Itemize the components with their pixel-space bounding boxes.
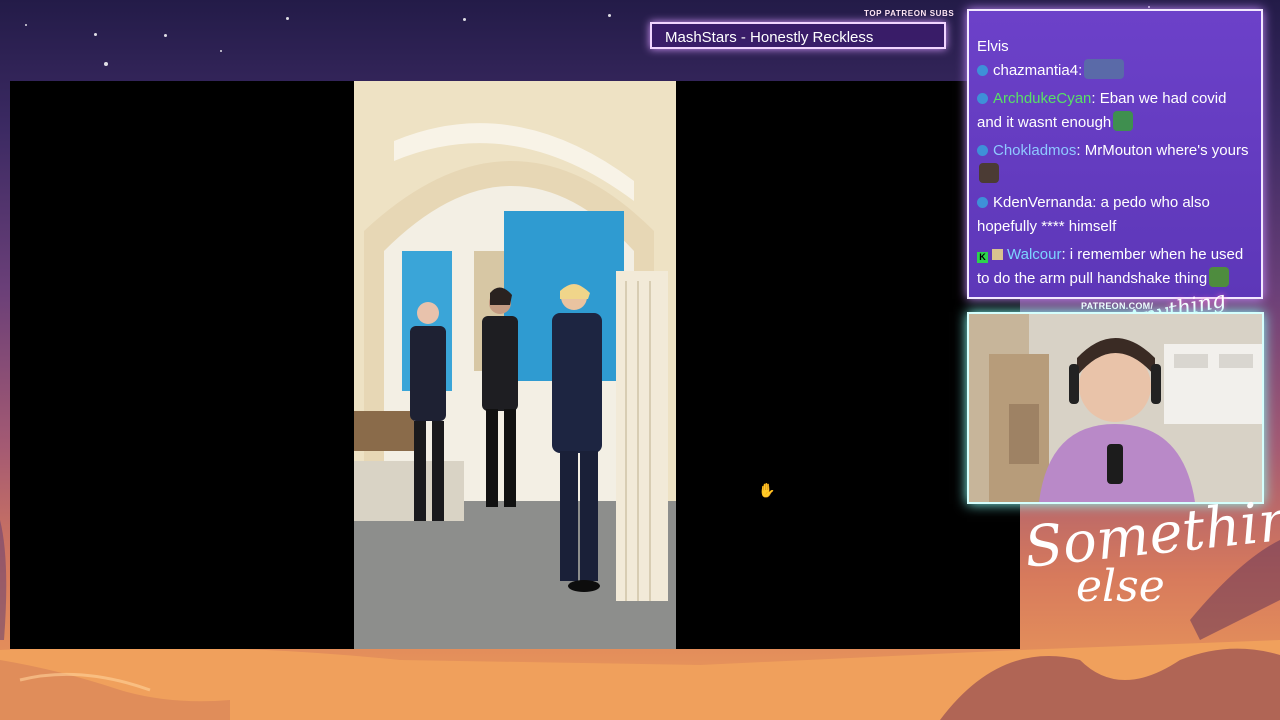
top-patreon-name: MashStars - Honestly Reckless: [650, 22, 946, 49]
video-frame[interactable]: [354, 81, 676, 649]
webcam-image: [969, 314, 1262, 502]
mouse-cursor-icon: ✋: [758, 482, 776, 498]
chat-badge-k-icon: K: [977, 252, 988, 263]
chat-badge-icon: [977, 65, 988, 76]
chat-message: chazmantia4:: [977, 59, 1255, 83]
chat-badge-icon: [977, 197, 988, 208]
chat-messages: Elvis chazmantia4: ArchdukeCyan: Eban we…: [977, 39, 1255, 291]
chat-message: K Walcour: i remember when he used to do …: [977, 246, 1244, 287]
chat-username[interactable]: ArchdukeCyan: [993, 90, 1091, 107]
video-scene-image: [354, 81, 676, 649]
emote-icon: [1084, 59, 1125, 79]
chat-panel[interactable]: Elvis chazmantia4: ArchdukeCyan: Eban we…: [967, 9, 1263, 299]
chat-username[interactable]: Chokladmos: [993, 142, 1076, 159]
top-patreon-label: TOP PATREON SUBS: [864, 9, 955, 18]
chat-message: ArchdukeCyan: Eban we had covid and it w…: [977, 90, 1227, 131]
chat-username[interactable]: chazmantia4: [993, 62, 1078, 79]
emote-icon: [1209, 267, 1230, 287]
chat-badge-sub-icon: [992, 249, 1003, 260]
emote-icon: [1113, 111, 1134, 131]
channel-logo: Something else: [1021, 484, 1280, 609]
chat-message: KdenVernanda: a pedo who also hopefully …: [977, 194, 1210, 235]
chat-partial-message: Elvis: [977, 38, 1009, 55]
chat-username[interactable]: KdenVernanda: [993, 194, 1092, 211]
webcam-feed: [967, 312, 1264, 504]
chat-username[interactable]: Walcour: [1007, 246, 1061, 263]
chat-badge-icon: [977, 93, 988, 104]
chat-message: Chokladmos: MrMouton where's yours: [977, 139, 1255, 187]
chat-badge-icon: [977, 145, 988, 156]
emote-icon: [979, 163, 999, 183]
